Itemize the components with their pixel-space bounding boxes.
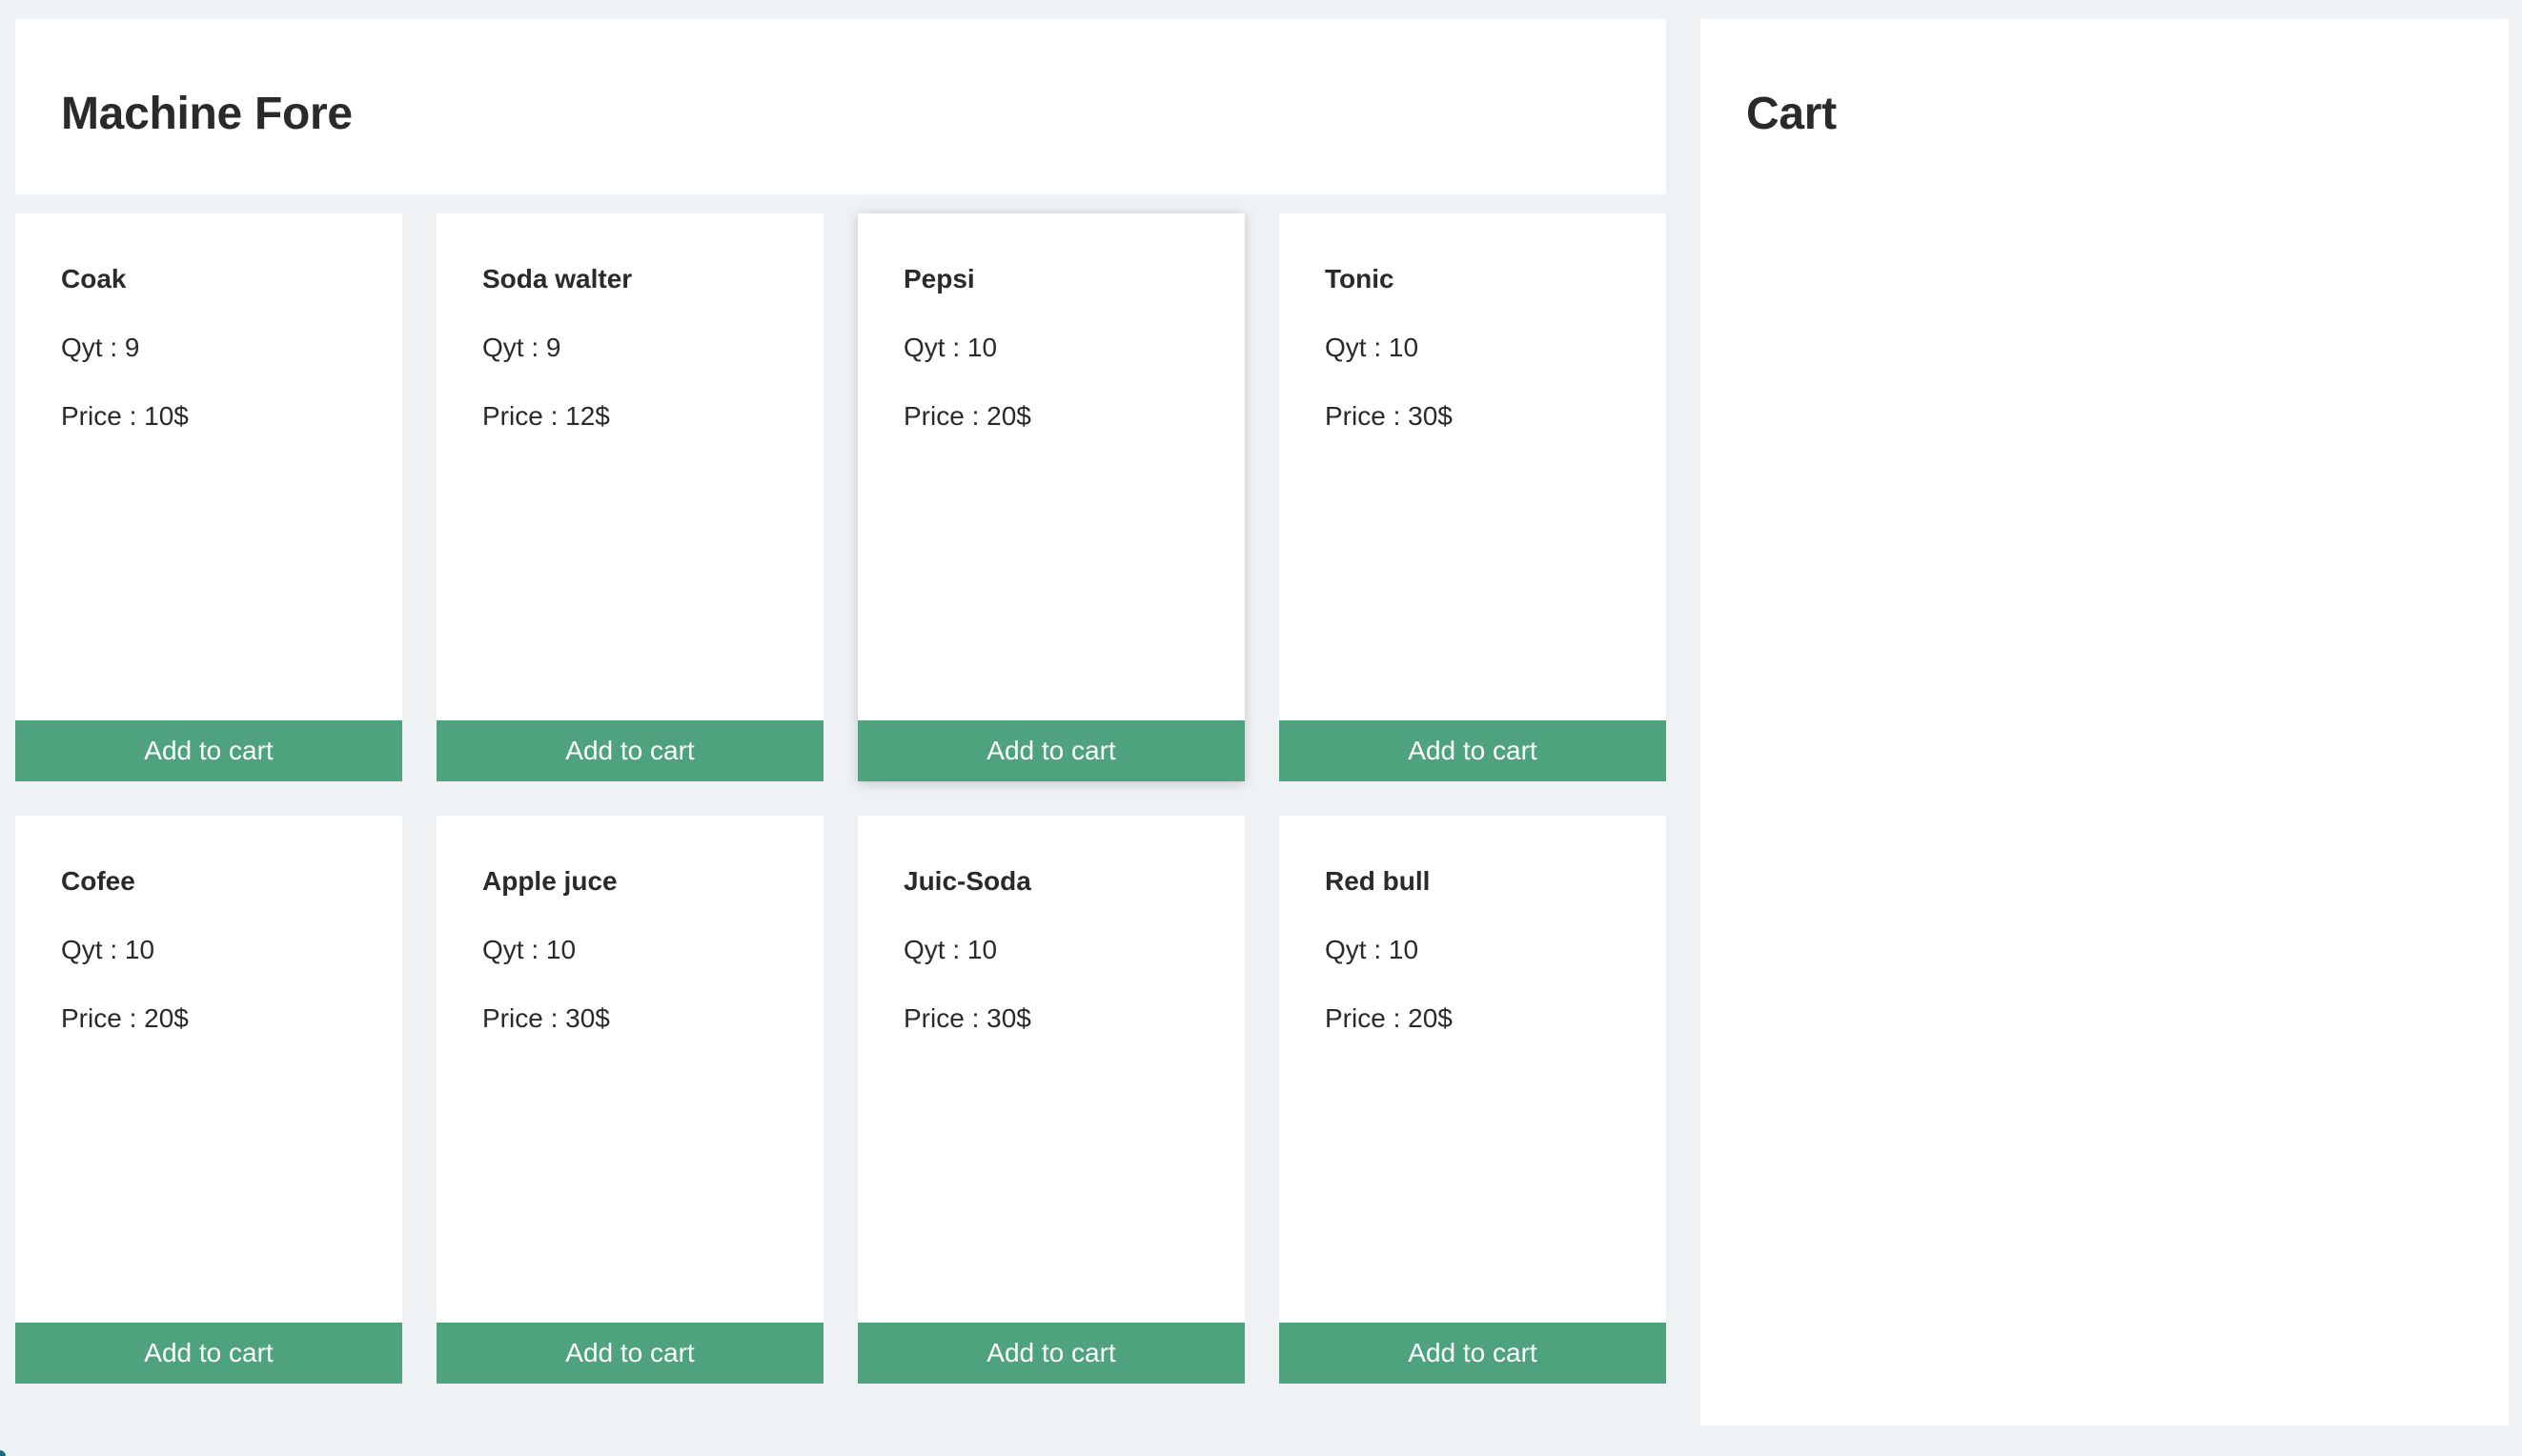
- add-to-cart-button[interactable]: Add to cart: [858, 720, 1245, 781]
- add-to-cart-button[interactable]: Add to cart: [1279, 1323, 1666, 1384]
- product-name: Soda walter: [482, 264, 633, 293]
- add-to-cart-button[interactable]: Add to cart: [15, 720, 402, 781]
- add-to-cart-button[interactable]: Add to cart: [437, 720, 824, 781]
- product-qty: Qyt : 10: [904, 935, 998, 964]
- header-panel: Machine Fore: [15, 19, 1666, 194]
- add-to-cart-button[interactable]: Add to cart: [1279, 720, 1666, 781]
- product-price: Price : 20$: [904, 401, 1031, 431]
- product-card-juic-soda: Juic-Soda Qyt : 10 Price : 30$ Add to ca…: [858, 816, 1245, 1384]
- product-qty: Qyt : 9: [482, 333, 561, 362]
- product-card-cofee: Cofee Qyt : 10 Price : 20$ Add to cart: [15, 816, 402, 1384]
- product-price: Price : 30$: [1325, 401, 1453, 431]
- product-qty: Qyt : 10: [482, 935, 577, 964]
- product-qty: Qyt : 9: [61, 333, 140, 362]
- product-qty: Qyt : 10: [1325, 333, 1419, 362]
- product-name: Cofee: [61, 866, 135, 896]
- product-name: Pepsi: [904, 264, 975, 293]
- product-price: Price : 30$: [904, 1003, 1031, 1033]
- page: Machine Fore Coak Qyt : 9 Price : 10$ Ad…: [0, 0, 2522, 1456]
- product-price: Price : 12$: [482, 401, 610, 431]
- window-corner: [0, 1450, 6, 1456]
- cart-panel: Cart: [1700, 19, 2509, 1426]
- product-qty: Qyt : 10: [61, 935, 155, 964]
- product-qty: Qyt : 10: [1325, 935, 1419, 964]
- product-qty: Qyt : 10: [904, 333, 998, 362]
- product-price: Price : 10$: [61, 401, 189, 431]
- product-card-soda-walter: Soda walter Qyt : 9 Price : 12$ Add to c…: [437, 213, 824, 781]
- product-name: Tonic: [1325, 264, 1394, 293]
- product-name: Apple juce: [482, 866, 618, 896]
- product-price: Price : 30$: [482, 1003, 610, 1033]
- page-title: Machine Fore: [61, 89, 353, 139]
- add-to-cart-button[interactable]: Add to cart: [858, 1323, 1245, 1384]
- product-name: Red bull: [1325, 866, 1431, 896]
- cart-title: Cart: [1746, 89, 1837, 139]
- product-name: Juic-Soda: [904, 866, 1031, 896]
- product-card-pepsi: Pepsi Qyt : 10 Price : 20$ Add to cart: [858, 213, 1245, 781]
- product-card-red-bull: Red bull Qyt : 10 Price : 20$ Add to car…: [1279, 816, 1666, 1384]
- product-price: Price : 20$: [1325, 1003, 1453, 1033]
- add-to-cart-button[interactable]: Add to cart: [437, 1323, 824, 1384]
- add-to-cart-button[interactable]: Add to cart: [15, 1323, 402, 1384]
- product-name: Coak: [61, 264, 127, 293]
- product-card-tonic: Tonic Qyt : 10 Price : 30$ Add to cart: [1279, 213, 1666, 781]
- product-card-coak: Coak Qyt : 9 Price : 10$ Add to cart: [15, 213, 402, 781]
- product-price: Price : 20$: [61, 1003, 189, 1033]
- product-card-apple-juce: Apple juce Qyt : 10 Price : 30$ Add to c…: [437, 816, 824, 1384]
